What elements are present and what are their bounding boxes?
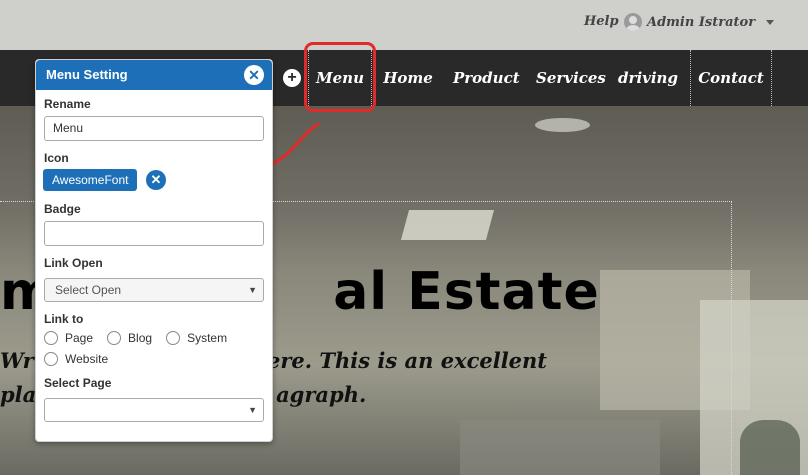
select-page-select[interactable]: ▼ <box>44 398 264 422</box>
radio-circle[interactable] <box>44 352 58 366</box>
radio-label: System <box>187 331 228 345</box>
panel-title: Menu Setting <box>36 60 272 90</box>
link-to-label: Link to <box>44 312 84 326</box>
close-icon[interactable]: ✕ <box>244 65 264 85</box>
radio-system[interactable]: System <box>166 331 227 345</box>
link-open-label: Link Open <box>44 256 103 270</box>
select-page-label: Select Page <box>44 376 112 390</box>
radio-circle[interactable] <box>166 331 181 345</box>
rename-input[interactable]: Menu <box>44 116 264 141</box>
rename-label: Rename <box>44 97 91 111</box>
radio-label: Website <box>65 352 109 366</box>
radio-label: Blog <box>128 331 153 345</box>
radio-label: Page <box>65 331 94 345</box>
radio-website[interactable]: Website <box>44 352 108 366</box>
radio-blog[interactable]: Blog <box>107 331 152 345</box>
radio-page[interactable]: Page <box>44 331 93 345</box>
icon-tag[interactable]: AwesomeFont <box>43 169 138 191</box>
radio-circle[interactable] <box>44 331 58 345</box>
icon-label: Icon <box>44 151 69 165</box>
chevron-down-icon: ▼ <box>248 285 257 295</box>
badge-label: Badge <box>44 202 81 216</box>
link-open-select[interactable]: Select Open ▼ <box>44 278 264 302</box>
radio-circle[interactable] <box>107 331 122 345</box>
badge-input[interactable] <box>44 221 264 246</box>
remove-icon[interactable]: ✕ <box>146 170 166 190</box>
link-open-value: Select Open <box>55 283 122 297</box>
link-to-options: Page Blog System <box>44 331 241 345</box>
link-to-options-row2: Website <box>44 352 122 366</box>
chevron-down-icon: ▼ <box>248 405 257 415</box>
menu-setting-panel: Menu Setting ✕ Rename Menu Icon AwesomeF… <box>35 59 273 442</box>
